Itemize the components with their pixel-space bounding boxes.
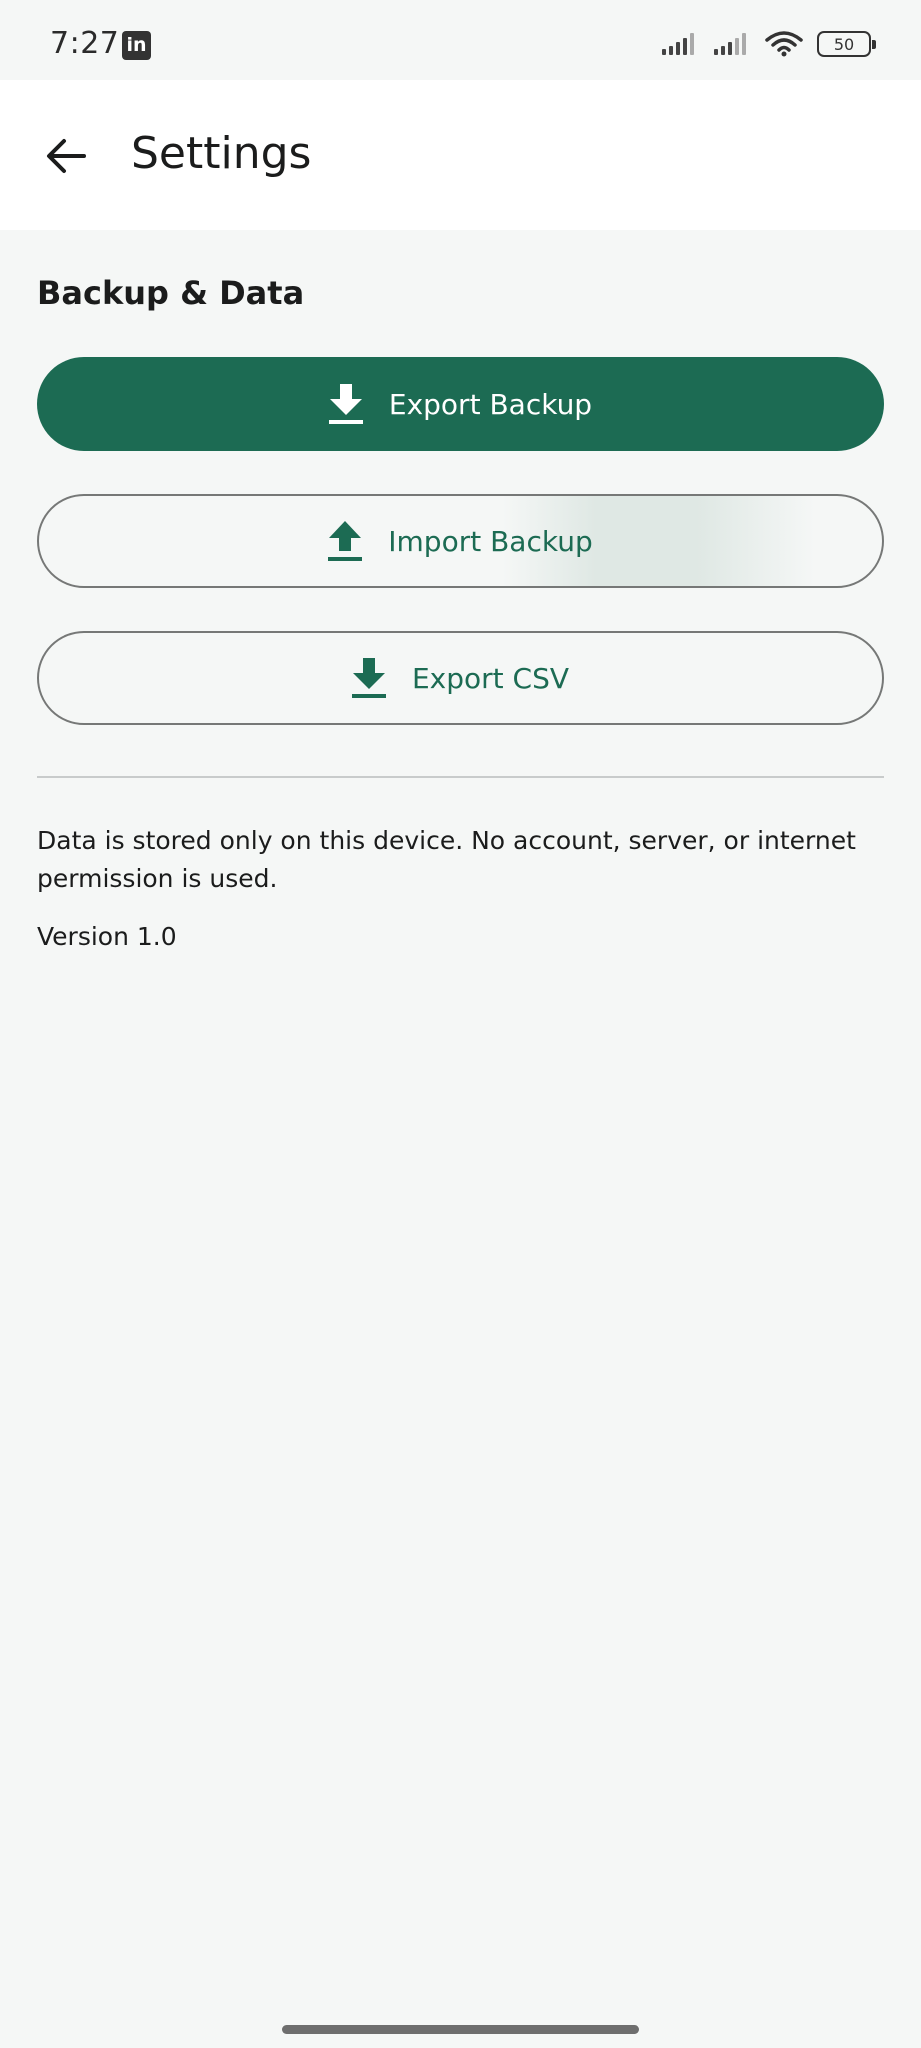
arrow-left-icon	[47, 139, 86, 173]
home-indicator[interactable]	[282, 2025, 639, 2034]
section-title: Backup & Data	[37, 274, 305, 312]
export-backup-button[interactable]: Export Backup	[37, 357, 884, 451]
app-bar: Settings	[0, 80, 921, 230]
signal-icon	[714, 33, 746, 55]
status-icons: 50	[661, 30, 876, 58]
export-backup-label: Export Backup	[388, 387, 593, 421]
download-icon	[328, 384, 363, 424]
signal-icon	[662, 33, 694, 55]
status-time: 7:27	[50, 26, 120, 61]
back-button[interactable]	[36, 126, 96, 186]
version-text: Version 1.0	[37, 922, 177, 951]
export-csv-label: Export CSV	[411, 661, 570, 695]
upload-icon	[328, 521, 363, 561]
battery-icon: 50	[817, 31, 876, 57]
import-backup-button[interactable]: Import Backup	[37, 494, 884, 588]
linkedin-icon: in	[122, 31, 151, 60]
import-backup-label: Import Backup	[388, 524, 593, 558]
privacy-info-text: Data is stored only on this device. No a…	[37, 826, 856, 893]
divider	[37, 776, 884, 778]
download-icon	[351, 658, 386, 698]
status-bar: 7:27 in 50	[0, 0, 921, 80]
settings-screen: 7:27 in 50 Settings Backup & Data Export…	[0, 0, 921, 2048]
page-title: Settings	[131, 128, 312, 179]
export-csv-button[interactable]: Export CSV	[37, 631, 884, 725]
battery-level: 50	[833, 34, 855, 54]
wifi-icon	[765, 31, 803, 57]
